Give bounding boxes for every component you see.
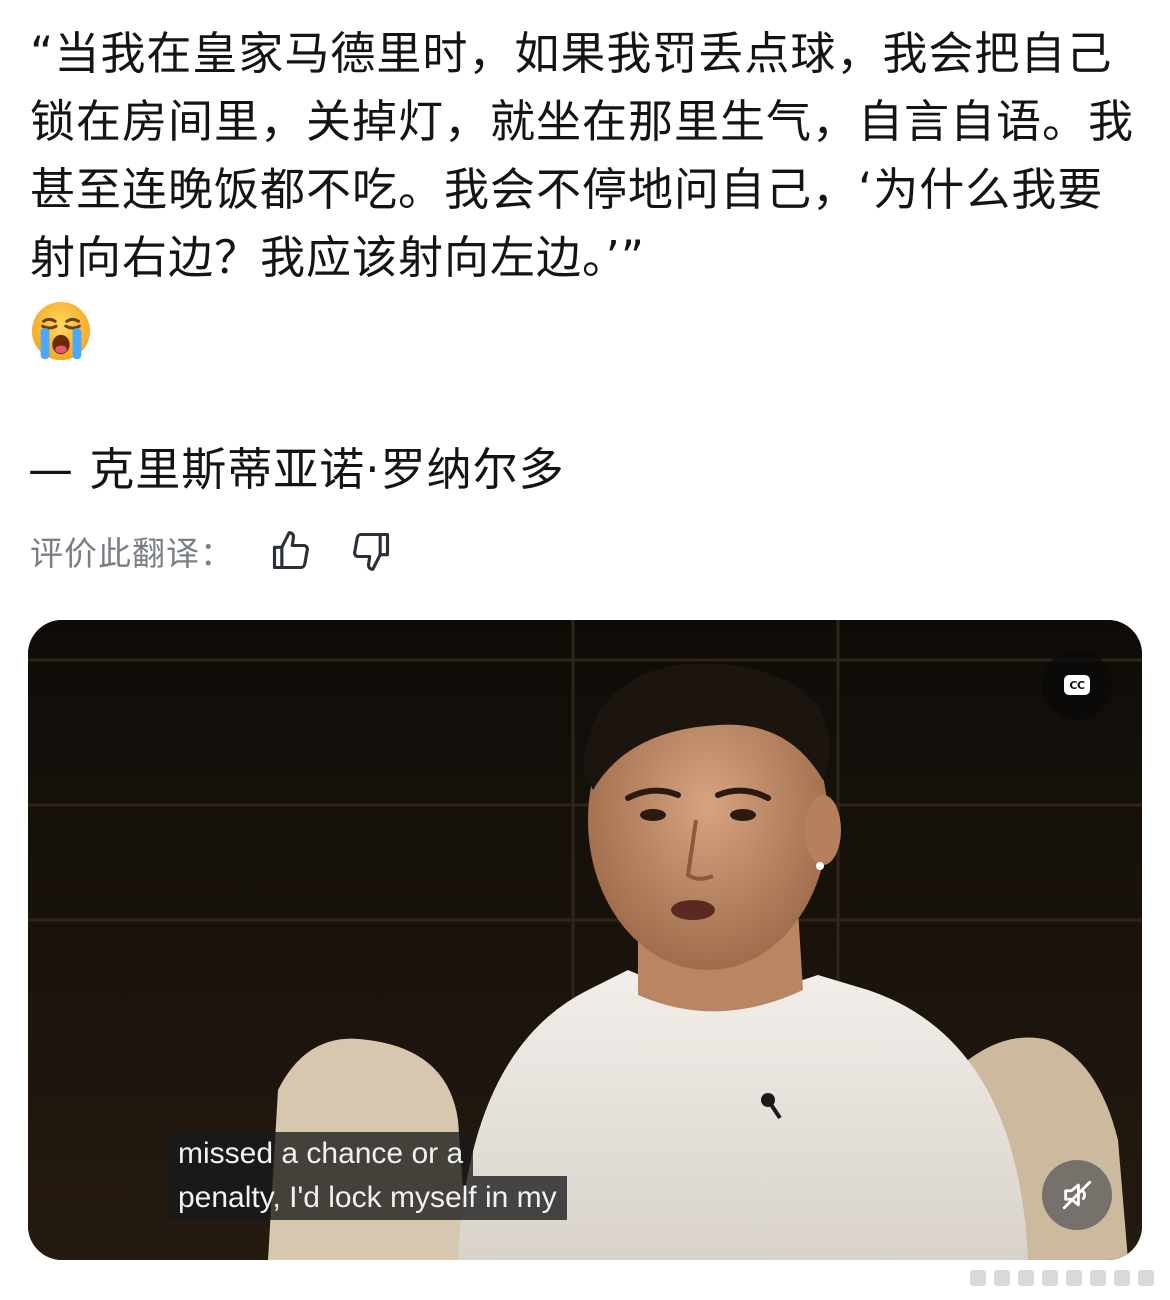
cc-icon: CC [1064,675,1090,695]
thumbs-up-icon [272,531,309,570]
subtitle-line-2: penalty, I'd lock myself in my [168,1176,567,1220]
thumbs-up-button[interactable] [266,526,316,576]
translation-rating: 评价此翻译： [30,526,396,576]
thumbs-down-icon [353,532,390,571]
quote-attribution: — 克里斯蒂亚诺·罗纳尔多 [28,443,565,496]
video-player[interactable]: CC missed a chance or a penalty, I'd loc… [28,620,1142,1260]
unmute-button[interactable] [1042,1160,1112,1230]
loudly-crying-face-icon [31,301,91,361]
closed-captions-button[interactable]: CC [1042,650,1112,720]
video-subtitles: missed a chance or a penalty, I'd lock m… [168,1132,567,1220]
thumbs-down-button[interactable] [346,526,396,576]
watermark-dots [970,1270,1154,1286]
quote-text: “当我在皇家马德里时，如果我罚丢点球，我会把自己锁在房间里，关掉灯，就坐在那里生… [30,27,1135,284]
muted-speaker-icon [1062,1180,1092,1210]
rating-label: 评价此翻译： [30,534,234,573]
subtitle-line-1: missed a chance or a [168,1132,474,1176]
